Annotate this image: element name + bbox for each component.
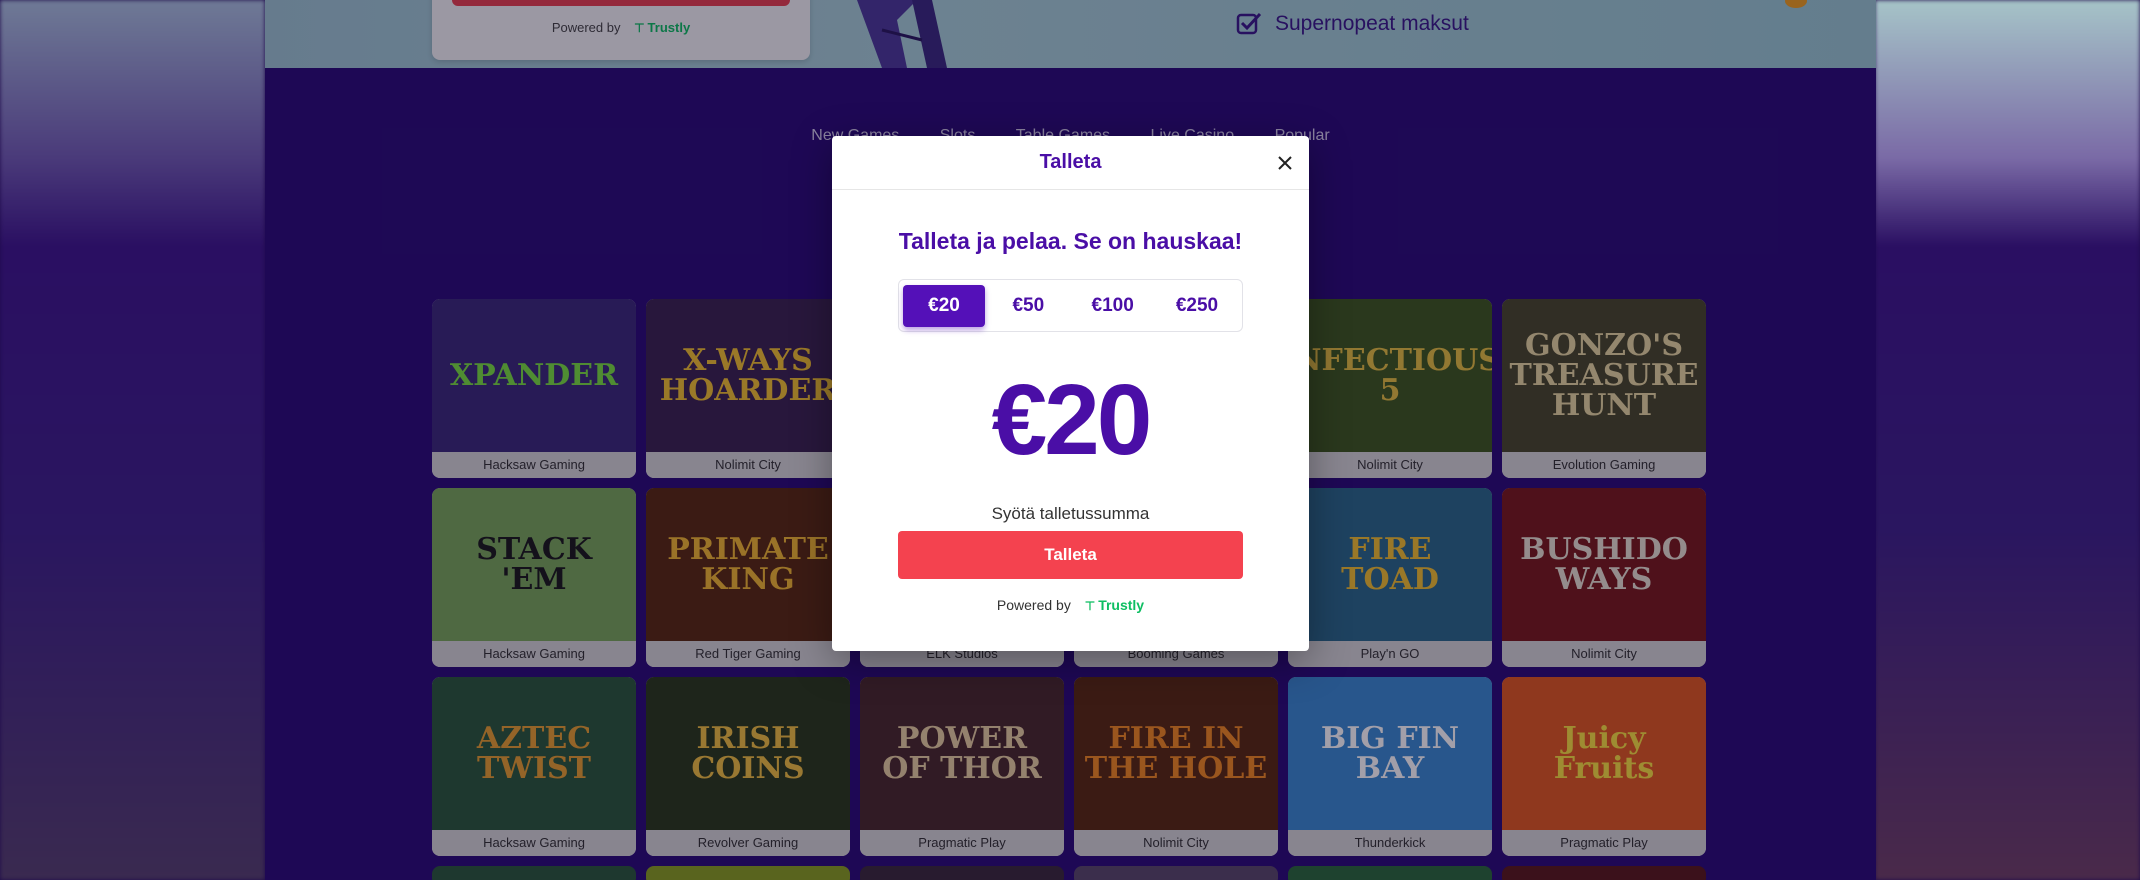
game-provider: Pragmatic Play — [860, 830, 1064, 856]
mascot-illustration — [857, 0, 947, 68]
trustly-logo: ⊤ Trustly — [1084, 597, 1145, 613]
game-tile[interactable] — [646, 866, 850, 880]
game-provider: Nolimit City — [646, 452, 850, 478]
checkbox-check-icon — [1236, 12, 1262, 35]
trustly-logo: ⊤ Trustly — [634, 20, 691, 35]
amount-option-50[interactable]: €50 — [987, 285, 1069, 327]
game-title: PRIMATE KING — [646, 488, 850, 641]
game-title: GONZO'S TREASURE HUNT — [1502, 299, 1706, 452]
game-title: BIG FIN BAY — [1288, 677, 1492, 830]
deposit-button-partial[interactable] — [452, 0, 790, 6]
game-provider: Nolimit City — [1074, 830, 1278, 856]
amount-option-100[interactable]: €100 — [1072, 285, 1154, 327]
game-tile[interactable]: POWER OF THOR Pragmatic Play — [860, 677, 1064, 856]
game-title: BUSHIDO WAYS — [1502, 488, 1706, 641]
feature-item: Supernopeat maksut — [1235, 10, 1469, 38]
game-provider: Red Tiger Gaming — [646, 641, 850, 667]
backdrop-left — [0, 0, 265, 880]
game-title: IRISH COINS — [646, 677, 850, 830]
game-title: FIRE IN THE HOLE — [1074, 677, 1278, 830]
game-title: X-WAYS HOARDER — [646, 299, 850, 452]
game-title: Juicy Fruits — [1502, 677, 1706, 830]
game-tile[interactable]: XPANDER Hacksaw Gaming — [432, 299, 636, 478]
game-provider: Hacksaw Gaming — [432, 830, 636, 856]
hero-banner: Powered by ⊤ Trustly Supernopeat maksut — [265, 0, 1876, 68]
trustly-label: Trustly — [1098, 597, 1145, 613]
game-provider: Nolimit City — [1288, 452, 1492, 478]
amount-option-20[interactable]: €20 — [903, 284, 985, 327]
amount-selector: €20 €50 €100 €250 — [898, 279, 1243, 332]
coin-icon — [1785, 0, 1807, 8]
game-tile[interactable]: BIG FIN BAY Thunderkick — [1288, 677, 1492, 856]
deposit-amount-input[interactable]: €20 — [832, 370, 1309, 470]
deposit-modal: Talleta Talleta ja pelaa. Se on hauskaa!… — [832, 136, 1309, 651]
game-title: POWER OF THOR — [860, 677, 1064, 830]
feature-text: Supernopeat maksut — [1275, 12, 1469, 35]
game-tile[interactable]: IRISH COINS Revolver Gaming — [646, 677, 850, 856]
game-provider: Revolver Gaming — [646, 830, 850, 856]
trustly-label: Trustly — [647, 20, 691, 35]
game-tile[interactable] — [1502, 866, 1706, 880]
game-tile[interactable] — [432, 866, 636, 880]
game-provider: Hacksaw Gaming — [432, 641, 636, 667]
game-tile[interactable]: AZTEC TWIST Hacksaw Gaming — [432, 677, 636, 856]
game-tile[interactable] — [860, 866, 1064, 880]
deposit-amount-label: Syötä talletussumma — [991, 504, 1150, 523]
game-provider: Play'n GO — [1288, 641, 1492, 667]
modal-title: Talleta — [1039, 151, 1102, 173]
game-title: AZTEC TWIST — [432, 677, 636, 830]
close-button[interactable] — [1273, 151, 1297, 175]
game-tile[interactable]: FIRE IN THE HOLE Nolimit City — [1074, 677, 1278, 856]
amount-option-250[interactable]: €250 — [1156, 285, 1238, 327]
deposit-submit-button[interactable]: Talleta — [898, 531, 1243, 579]
backdrop-right — [1875, 0, 2140, 880]
game-provider: Nolimit City — [1502, 641, 1706, 667]
game-tile[interactable]: INFECTIOUS 5 Nolimit City — [1288, 299, 1492, 478]
game-title: XPANDER — [432, 299, 636, 452]
powered-by-trustly: Powered by ⊤ Trustly — [432, 20, 810, 35]
modal-heading: Talleta ja pelaa. Se on hauskaa! — [898, 228, 1243, 254]
game-tile[interactable]: Juicy Fruits Pragmatic Play — [1502, 677, 1706, 856]
game-tile[interactable]: STACK 'EM Hacksaw Gaming — [432, 488, 636, 667]
game-provider: Evolution Gaming — [1502, 452, 1706, 478]
trustly-widget: Powered by ⊤ Trustly — [432, 0, 810, 60]
game-tile[interactable]: FIRE TOAD Play'n GO — [1288, 488, 1492, 667]
game-tile[interactable]: BUSHIDO WAYS Nolimit City — [1502, 488, 1706, 667]
close-icon — [1278, 156, 1292, 170]
game-tile[interactable] — [1074, 866, 1278, 880]
game-title: FIRE TOAD — [1288, 488, 1492, 641]
game-tile[interactable]: X-WAYS HOARDER Nolimit City — [646, 299, 850, 478]
game-provider: Thunderkick — [1288, 830, 1492, 856]
game-tile[interactable]: GONZO'S TREASURE HUNT Evolution Gaming — [1502, 299, 1706, 478]
modal-header: Talleta — [832, 136, 1309, 190]
game-tile[interactable]: PRIMATE KING Red Tiger Gaming — [646, 488, 850, 667]
powered-by-label: Powered by — [996, 597, 1071, 613]
game-title: STACK 'EM — [432, 488, 636, 641]
game-provider: Hacksaw Gaming — [432, 452, 636, 478]
powered-by-label: Powered by — [551, 20, 621, 35]
game-provider: Pragmatic Play — [1502, 830, 1706, 856]
game-title: INFECTIOUS 5 — [1288, 299, 1492, 452]
powered-by-trustly: Powered by ⊤ Trustly — [832, 597, 1309, 613]
game-tile[interactable] — [1288, 866, 1492, 880]
